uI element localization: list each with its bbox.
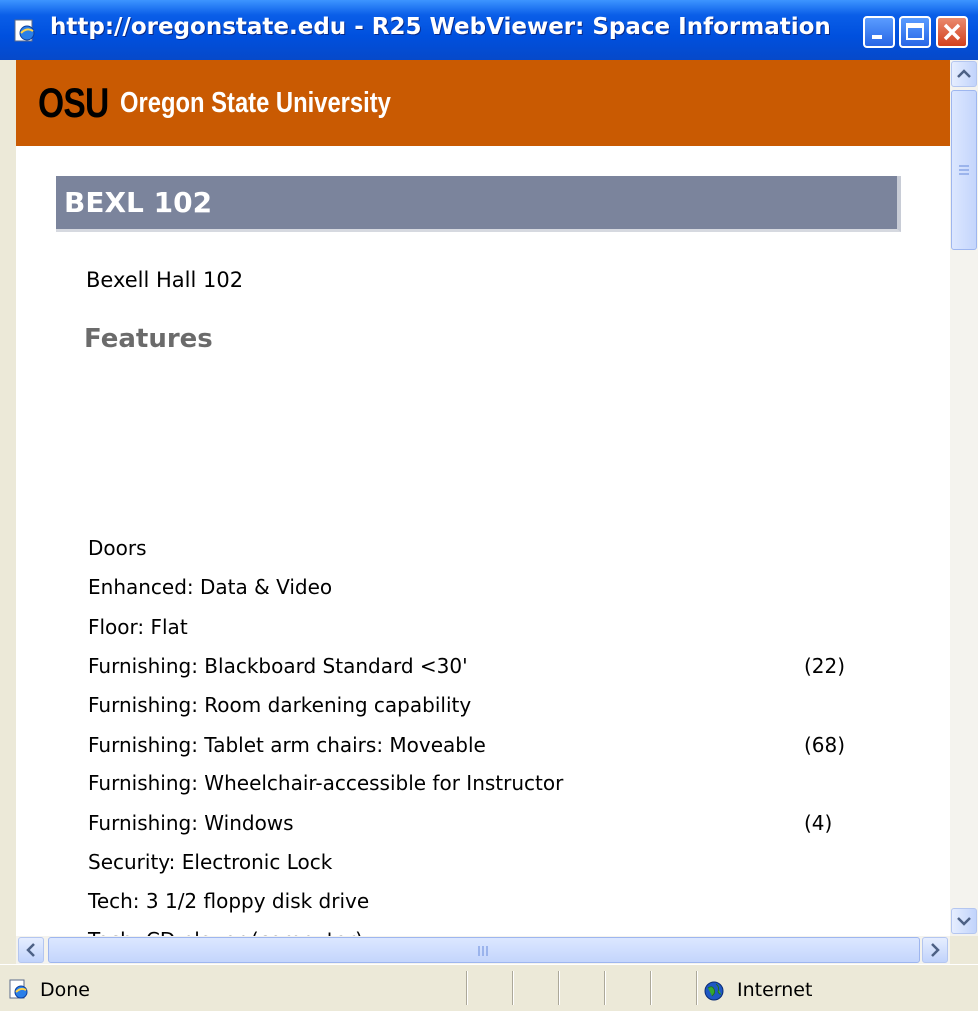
vertical-scrollbar[interactable] [950, 60, 978, 936]
maximize-icon [906, 23, 924, 40]
osu-header-banner: OSU Oregon State University [16, 60, 950, 146]
grip-icon [959, 165, 969, 175]
chevron-down-icon [957, 917, 971, 926]
minimize-button[interactable] [863, 16, 895, 48]
window-title: http://oregonstate.edu - R25 WebViewer: … [50, 14, 840, 40]
maximize-button[interactable] [899, 16, 931, 48]
feature-name: Furnishing: Tablet arm chairs: Moveable [88, 733, 486, 757]
scroll-left-button[interactable] [18, 937, 44, 963]
feature-quantity: (22) [804, 654, 846, 678]
status-bar: Done Internet [0, 964, 978, 1011]
feature-row: Furnishing: Blackboard Standard <30' (22… [88, 654, 868, 684]
horizontal-scroll-thumb[interactable] [48, 937, 920, 963]
feature-name: Doors [88, 536, 147, 560]
chevron-right-icon [931, 943, 940, 957]
ie-page-icon [9, 979, 28, 999]
feature-name: Enhanced: Data & Video [88, 575, 333, 599]
university-name: Oregon State University [120, 87, 391, 119]
status-divider [512, 971, 514, 1005]
feature-name: Floor: Flat [88, 615, 188, 639]
scroll-down-button[interactable] [951, 908, 977, 934]
room-code: BEXL 102 [64, 186, 213, 219]
status-divider [466, 971, 468, 1005]
feature-quantity: (4) [804, 811, 833, 835]
feature-name: Furnishing: Wheelchair-accessible for In… [88, 771, 564, 795]
horizontal-scrollbar[interactable] [16, 936, 950, 964]
status-divider [650, 971, 652, 1005]
feature-name: Furnishing: Room darkening capability [88, 693, 472, 717]
scroll-up-button[interactable] [951, 61, 977, 87]
feature-name: Tech: CD player (computer) [88, 928, 363, 936]
close-icon [943, 23, 961, 41]
feature-row: Doors [88, 536, 868, 566]
room-title-bar: BEXL 102 [56, 176, 901, 232]
feature-row: Furnishing: Windows (4) [88, 811, 868, 841]
status-divider [604, 971, 606, 1005]
feature-name: Furnishing: Blackboard Standard <30' [88, 654, 468, 678]
ie-page-icon [14, 19, 35, 42]
feature-quantity: (68) [804, 733, 846, 757]
minimize-icon [872, 35, 882, 39]
status-text: Done [40, 979, 90, 1001]
feature-row: Enhanced: Data & Video [88, 575, 868, 605]
feature-row: Furnishing: Tablet arm chairs: Moveable … [88, 733, 868, 763]
feature-row: Security: Electronic Lock [88, 850, 868, 880]
globe-icon [704, 981, 724, 1001]
feature-name: Furnishing: Windows [88, 811, 294, 835]
feature-row: Furnishing: Room darkening capability [88, 693, 868, 723]
security-zone-label: Internet [737, 979, 813, 1001]
close-button[interactable] [936, 16, 968, 48]
feature-name: Security: Electronic Lock [88, 850, 333, 874]
feature-row: Floor: Flat [88, 615, 868, 645]
osu-logo: OSU [38, 79, 109, 126]
status-divider [558, 971, 560, 1005]
page-viewport: OSU Oregon State University BEXL 102 Bex… [16, 60, 950, 936]
feature-row: Furnishing: Wheelchair-accessible for In… [88, 771, 868, 801]
chevron-up-icon [957, 69, 971, 78]
title-bar[interactable]: http://oregonstate.edu - R25 WebViewer: … [0, 0, 978, 60]
feature-name: Tech: 3 1/2 floppy disk drive [88, 889, 370, 913]
feature-row: Tech: CD player (computer) [88, 928, 868, 936]
chevron-left-icon [26, 943, 35, 957]
feature-row: Tech: 3 1/2 floppy disk drive [88, 889, 868, 919]
status-divider [696, 971, 698, 1005]
vertical-scroll-thumb[interactable] [951, 90, 977, 250]
scroll-right-button[interactable] [922, 937, 948, 963]
size-grip[interactable] [950, 936, 978, 964]
room-name: Bexell Hall 102 [86, 268, 244, 292]
browser-window: http://oregonstate.edu - R25 WebViewer: … [0, 0, 978, 1011]
features-heading: Features [84, 324, 213, 354]
grip-icon [478, 946, 488, 956]
